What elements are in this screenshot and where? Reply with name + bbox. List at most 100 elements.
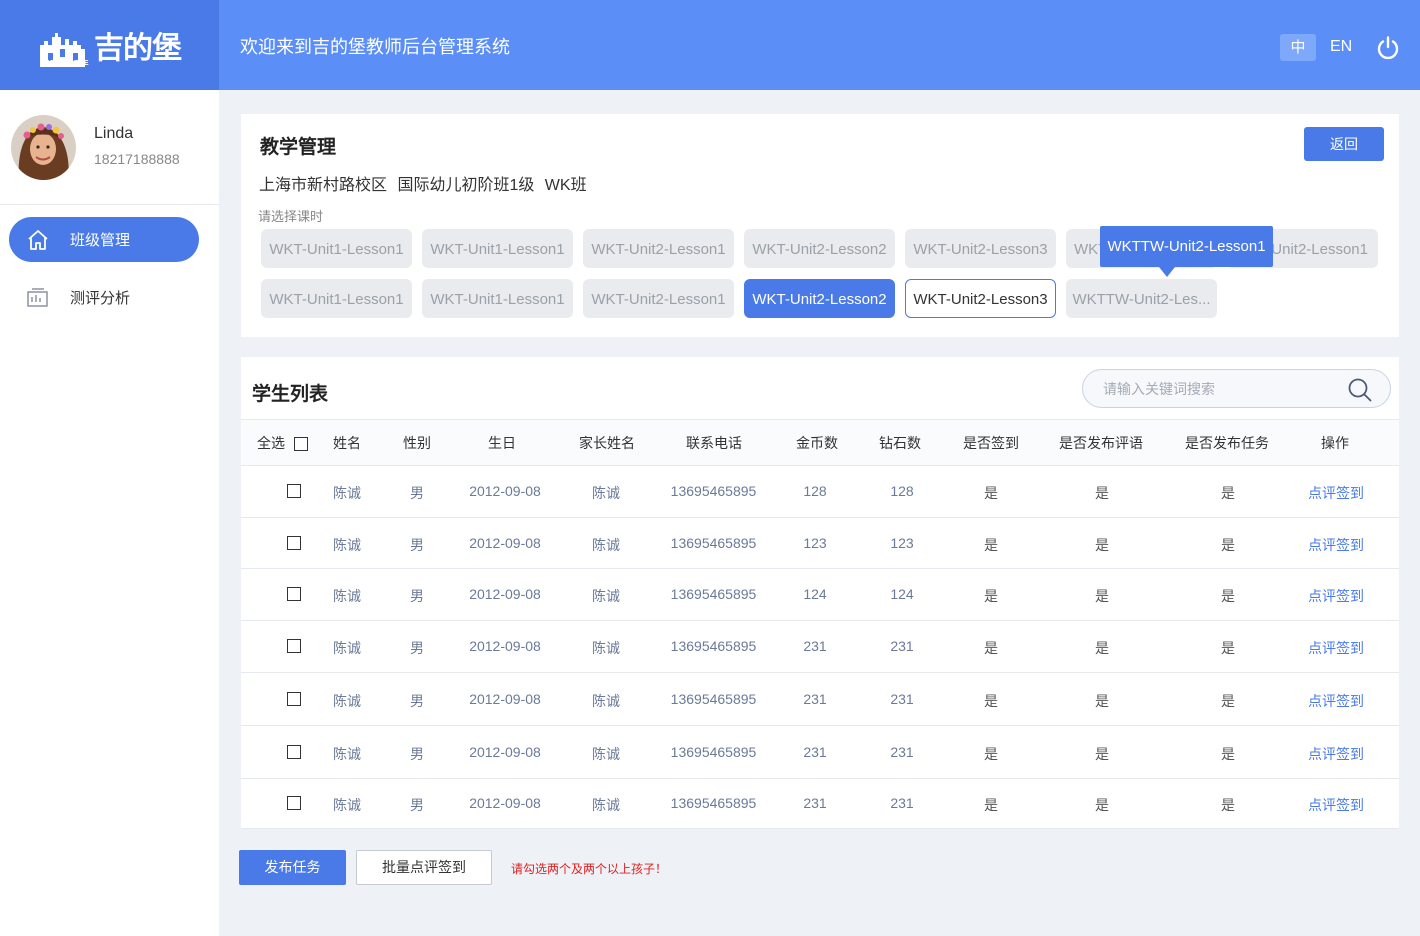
column-coins: 金币数 [796,435,838,451]
review-sign-link[interactable]: 点评签到 [1301,744,1371,764]
cell-review: 是 [1095,693,1109,709]
lesson-chip[interactable]: WKT-Unit2-Lesson3 [905,229,1056,268]
row-checkbox[interactable] [287,639,301,653]
table-row: 陈诚 男 2012-09-08 陈诚 13695465895 124 124 是 是 是 点评签到 [241,569,1399,621]
lesson-chip-hovered[interactable]: WKT-Unit2-Lesson3 [905,279,1056,318]
review-sign-link[interactable]: 点评签到 [1301,638,1371,658]
lesson-chip[interactable]: WKT-Unit1-Lesson1 [261,229,412,268]
student-list-title: 学生列表 [252,384,329,405]
select-all: 全选 [257,420,308,467]
cell-phone: 13695465895 [670,535,757,551]
cell-task: 是 [1221,640,1235,656]
column-signed: 是否签到 [963,435,1019,451]
cell-gender: 男 [410,485,424,501]
user-name: Linda [94,125,134,142]
cell-coins: 128 [803,483,827,499]
cell-task: 是 [1221,537,1235,553]
row-checkbox[interactable] [287,692,301,706]
cell-diamonds: 231 [890,744,914,760]
review-sign-link[interactable]: 点评签到 [1301,795,1371,815]
cell-task: 是 [1221,588,1235,604]
logo-area: 吉的堡 KID CASTLE [0,0,219,90]
cell-review: 是 [1095,588,1109,604]
column-gender: 性别 [403,435,431,451]
cell-diamonds: 231 [890,691,914,707]
lesson-chip[interactable]: WKT-Unit1-Lesson1 [422,229,573,268]
review-sign-link[interactable]: 点评签到 [1301,586,1371,606]
row-checkbox[interactable] [287,536,301,550]
select-all-checkbox[interactable] [293,437,308,452]
cell-signed: 是 [984,746,998,762]
top-bar: 吉的堡 KID CASTLE 欢迎来到吉的堡教师后台管理系统 中 EN [0,0,1420,90]
cell-gender: 男 [410,693,424,709]
lesson-chip[interactable]: WKT-Unit2-Lesson1 [583,279,734,318]
cell-phone: 13695465895 [670,483,757,499]
cell-signed: 是 [984,693,998,709]
review-sign-link[interactable]: 点评签到 [1301,483,1371,503]
tooltip-arrow [1159,267,1175,277]
search-icon[interactable] [1347,377,1373,403]
cell-diamonds: 128 [890,483,914,499]
cell-coins: 124 [803,586,827,602]
table-row: 陈诚 男 2012-09-08 陈诚 13695465895 231 231 是 是 是 点评签到 [241,673,1399,726]
cell-review: 是 [1095,537,1109,553]
choose-lesson-label: 请选择课时 [258,209,324,224]
cell-parent-name: 陈诚 [592,588,620,604]
lesson-chip[interactable]: WKT-Unit2-Lesson1 [583,229,734,268]
lesson-chip[interactable]: WKTTW-Unit2-Les... [1066,279,1217,318]
cell-review: 是 [1095,797,1109,813]
cell-name: 陈诚 [333,693,361,709]
cell-signed: 是 [984,640,998,656]
row-checkbox[interactable] [287,587,301,601]
cell-birthday: 2012-09-08 [469,744,541,760]
lesson-chip[interactable]: WKT-Unit2-Lesson2 [744,229,895,268]
chart-icon [26,286,50,310]
cell-name: 陈诚 [333,640,361,656]
avatar [11,115,76,180]
review-sign-link[interactable]: 点评签到 [1301,535,1371,555]
cell-task: 是 [1221,746,1235,762]
cell-birthday: 2012-09-08 [469,535,541,551]
cell-name: 陈诚 [333,485,361,501]
cell-birthday: 2012-09-08 [469,691,541,707]
cell-signed: 是 [984,537,998,553]
language-en-button[interactable]: EN [1330,38,1352,56]
back-button[interactable]: 返回 [1304,127,1384,161]
warning-text: 请勾选两个及两个以上孩子！ [511,862,668,876]
table-row: 陈诚 男 2012-09-08 陈诚 13695465895 231 231 是 是 是 点评签到 [241,779,1399,829]
lesson-chip-selected[interactable]: WKT-Unit2-Lesson2 [744,279,895,318]
batch-review-sign-button[interactable]: 批量点评签到 [356,850,492,885]
cell-task: 是 [1221,485,1235,501]
lesson-chip[interactable]: WKT-Unit1-Lesson1 [422,279,573,318]
column-name: 姓名 [333,435,361,451]
sidebar-divider [0,204,219,205]
cell-parent-name: 陈诚 [592,797,620,813]
search-input[interactable] [1103,370,1343,407]
table-row: 陈诚 男 2012-09-08 陈诚 13695465895 123 123 是 是 是 点评签到 [241,518,1399,569]
row-checkbox[interactable] [287,745,301,759]
cell-name: 陈诚 [333,797,361,813]
cell-phone: 13695465895 [670,586,757,602]
select-all-label: 全选 [257,435,285,451]
language-zh-button[interactable]: 中 [1280,34,1316,61]
logo-text: 吉的堡 [94,31,182,66]
cell-name: 陈诚 [333,746,361,762]
cell-task: 是 [1221,797,1235,813]
cell-coins: 231 [803,691,827,707]
column-task: 是否发布任务 [1185,435,1269,451]
sidebar-item-class-management[interactable]: 班级管理 [9,217,199,262]
cell-gender: 男 [410,797,424,813]
review-sign-link[interactable]: 点评签到 [1301,691,1371,711]
lesson-chip[interactable]: WKT-Unit1-Lesson1 [261,279,412,318]
row-checkbox[interactable] [287,796,301,810]
cell-name: 陈诚 [333,537,361,553]
sidebar-item-assessment-analysis[interactable]: 测评分析 [9,275,199,320]
cell-birthday: 2012-09-08 [469,483,541,499]
row-checkbox[interactable] [287,484,301,498]
publish-task-button[interactable]: 发布任务 [239,850,346,885]
cell-phone: 13695465895 [670,691,757,707]
cell-phone: 13695465895 [670,744,757,760]
power-icon[interactable] [1375,35,1401,61]
cell-coins: 231 [803,744,827,760]
cell-birthday: 2012-09-08 [469,795,541,811]
